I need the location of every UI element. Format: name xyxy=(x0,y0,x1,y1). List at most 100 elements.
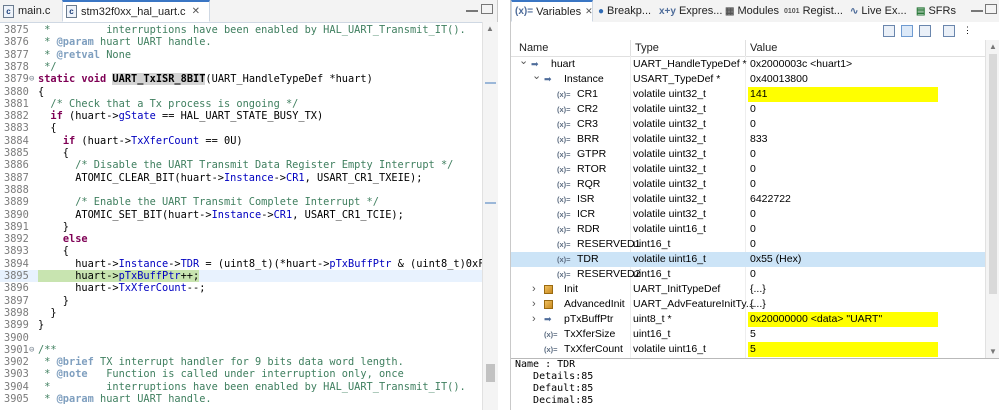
code-line[interactable]: 3881 /* Check that a Tx process is ongoi… xyxy=(0,98,482,110)
code-editor[interactable]: c main.c c stm32f0xx_hal_uart.c ✕ 3875 *… xyxy=(0,0,498,410)
variable-value[interactable]: 0x20000000 <data> "UART" xyxy=(748,312,938,327)
scroll-down-icon[interactable]: ▼ xyxy=(989,347,997,356)
tab-sfrs[interactable]: ▤ SFRs xyxy=(913,0,956,22)
code-line[interactable]: 3889 /* Enable the UART Transmit Complet… xyxy=(0,196,482,208)
expand-open-icon[interactable]: ⌄ xyxy=(532,69,541,84)
variable-value[interactable]: 0 xyxy=(748,267,938,282)
variable-row[interactable]: (x)= RESERVED1 uint16_t 0 xyxy=(511,237,999,252)
variable-row[interactable]: (x)= BRR volatile uint32_t 833 xyxy=(511,132,999,147)
variable-value[interactable]: 0x2000003c <huart1> xyxy=(748,57,938,72)
column-header-name[interactable]: Name xyxy=(519,42,548,54)
scroll-thumb[interactable] xyxy=(486,364,495,382)
variable-value[interactable]: 5 xyxy=(748,327,938,342)
code-line[interactable]: 3880 { xyxy=(0,86,482,98)
expand-open-icon[interactable]: ⌄ xyxy=(519,54,528,69)
variable-value[interactable]: 5 xyxy=(748,342,938,357)
variable-row[interactable]: (x)= RDR volatile uint16_t 0 xyxy=(511,222,999,237)
tab-expressions[interactable]: x+y Expres... xyxy=(656,0,722,22)
variable-value[interactable]: 0 xyxy=(748,117,938,132)
code-line[interactable]: 3902 * @brief TX interrupt handler for 9… xyxy=(0,356,482,368)
code-line[interactable]: 3897 } xyxy=(0,295,482,307)
show-type-names-icon[interactable] xyxy=(883,25,895,37)
code-line[interactable]: 3877 * @retval None xyxy=(0,49,482,61)
code-line[interactable]: 3903 * @note Function is called under in… xyxy=(0,368,482,380)
code-line[interactable]: 3896 huart->TxXferCount--; xyxy=(0,282,482,294)
variable-row[interactable]: (x)= TxXferCount volatile uint16_t 5 xyxy=(511,342,999,357)
expand-closed-icon[interactable]: › xyxy=(532,297,536,312)
code-line[interactable]: 3905 * @param huart UART handle. xyxy=(0,393,482,405)
variable-value[interactable]: 6422722 xyxy=(748,192,938,207)
column-header-value[interactable]: Value xyxy=(750,42,777,54)
variable-row[interactable]: › ➡ pTxBuffPtr uint8_t * 0x20000000 <data> "… xyxy=(511,312,999,327)
tab-breakpoints[interactable]: ● Breakp... xyxy=(595,0,651,22)
code-line[interactable]: 3886 /* Disable the UART Transmit Data R… xyxy=(0,159,482,171)
variable-value[interactable]: {...} xyxy=(748,282,938,297)
variable-value[interactable]: 0 xyxy=(748,162,938,177)
scroll-up-icon[interactable]: ▲ xyxy=(989,42,997,51)
detail-pane[interactable]: Name : TDR Details:85 Default:85 Decimal… xyxy=(511,358,999,411)
overview-marker[interactable] xyxy=(485,82,496,84)
scroll-up-icon[interactable]: ▲ xyxy=(486,24,494,33)
code-line[interactable]: 3884 if (huart->TxXferCount == 0U) xyxy=(0,135,482,147)
code-line[interactable]: 3899} xyxy=(0,319,482,331)
code-area[interactable]: 3875 * interruptions have been enabled b… xyxy=(0,22,482,410)
tab-modules[interactable]: ▦ Modules xyxy=(722,0,779,22)
variables-scrollbar[interactable]: ▲ ▼ xyxy=(985,40,999,358)
code-line[interactable]: 3885 { xyxy=(0,147,482,159)
variable-value[interactable]: 141 xyxy=(748,87,938,102)
editor-scrollbar[interactable]: ▲ xyxy=(482,22,498,410)
code-line[interactable]: 3882 if (huart->gState == HAL_UART_STATE… xyxy=(0,110,482,122)
variable-row[interactable]: (x)= TDR volatile uint16_t 0x55 (Hex) xyxy=(511,252,999,267)
variable-row[interactable]: (x)= RESERVED2 uint16_t 0 xyxy=(511,267,999,282)
minimize-icon[interactable] xyxy=(971,4,983,12)
variable-row[interactable]: (x)= CR1 volatile uint32_t 141 xyxy=(511,87,999,102)
maximize-icon[interactable] xyxy=(985,4,997,14)
column-header-type[interactable]: Type xyxy=(635,42,659,54)
variable-value[interactable]: 0x40013800 xyxy=(748,72,938,87)
export-icon[interactable] xyxy=(943,25,955,37)
show-logical-structure-icon[interactable] xyxy=(901,25,913,37)
variable-row[interactable]: (x)= CR3 volatile uint32_t 0 xyxy=(511,117,999,132)
variable-row[interactable]: ⌄ ➡ huart UART_HandleTypeDef * 0x2000003c <h… xyxy=(511,54,999,72)
variable-row[interactable]: ⌄ ➡ Instance USART_TypeDef * 0x40013800 xyxy=(511,69,999,87)
code-line[interactable]: 3900 xyxy=(0,332,482,344)
code-line[interactable]: 3893 { xyxy=(0,245,482,257)
fold-toggle-icon[interactable]: ⊖ xyxy=(29,344,38,356)
code-line[interactable]: 3895 huart->pTxBuffPtr++; xyxy=(0,270,482,283)
code-line[interactable]: 3883 { xyxy=(0,122,482,134)
fold-toggle-icon[interactable]: ⊖ xyxy=(29,73,38,85)
variable-value[interactable]: 0 xyxy=(748,222,938,237)
close-tab-icon[interactable]: ✕ xyxy=(585,6,593,17)
scroll-thumb[interactable] xyxy=(989,54,997,294)
code-line[interactable]: 3879 static void UART_TxISR_8BIT(UART_Han… xyxy=(0,73,482,86)
code-line[interactable]: 3875 * interruptions have been enabled b… xyxy=(0,24,482,36)
variable-row[interactable]: (x)= ICR volatile uint32_t 0 xyxy=(511,207,999,222)
variable-row[interactable]: (x)= ISR volatile uint32_t 6422722 xyxy=(511,192,999,207)
close-tab-icon[interactable]: ✕ xyxy=(192,6,200,17)
code-line[interactable]: 3888 xyxy=(0,184,482,196)
code-line[interactable]: 3878 */ xyxy=(0,61,482,73)
variable-row[interactable]: (x)= GTPR volatile uint32_t 0 xyxy=(511,147,999,162)
maximize-icon[interactable] xyxy=(481,4,493,14)
code-line[interactable]: 3892 else xyxy=(0,233,482,245)
variable-row[interactable]: › Init UART_InitTypeDef {...} xyxy=(511,282,999,297)
variable-row[interactable]: (x)= RQR volatile uint32_t 0 xyxy=(511,177,999,192)
expand-closed-icon[interactable]: › xyxy=(532,282,536,297)
expand-closed-icon[interactable]: › xyxy=(532,312,536,327)
code-line[interactable]: 3894 huart->Instance->TDR = (uint8_t)(*h… xyxy=(0,258,482,270)
code-line[interactable]: 3876 * @param huart UART handle. xyxy=(0,36,482,48)
variable-row[interactable]: (x)= RTOR volatile uint32_t 0 xyxy=(511,162,999,177)
variable-row[interactable]: (x)= CR2 volatile uint32_t 0 xyxy=(511,102,999,117)
variable-value[interactable]: 0x55 (Hex) xyxy=(748,252,938,267)
variable-value[interactable]: 833 xyxy=(748,132,938,147)
collapse-all-icon[interactable] xyxy=(919,25,931,37)
code-line[interactable]: 3898 } xyxy=(0,307,482,319)
variable-value[interactable]: {...} xyxy=(748,297,938,312)
variable-value[interactable]: 0 xyxy=(748,147,938,162)
tab-variables[interactable]: (x)= Variables ✕ xyxy=(511,0,593,22)
variable-row[interactable]: (x)= TxXferSize uint16_t 5 xyxy=(511,327,999,342)
minimize-icon[interactable] xyxy=(466,4,478,12)
code-line[interactable]: 3887 ATOMIC_CLEAR_BIT(huart->Instance->C… xyxy=(0,172,482,184)
variable-row[interactable]: › AdvancedInit UART_AdvFeatureInitTy... {..… xyxy=(511,297,999,312)
view-menu-icon[interactable]: ⋮ xyxy=(963,25,975,37)
